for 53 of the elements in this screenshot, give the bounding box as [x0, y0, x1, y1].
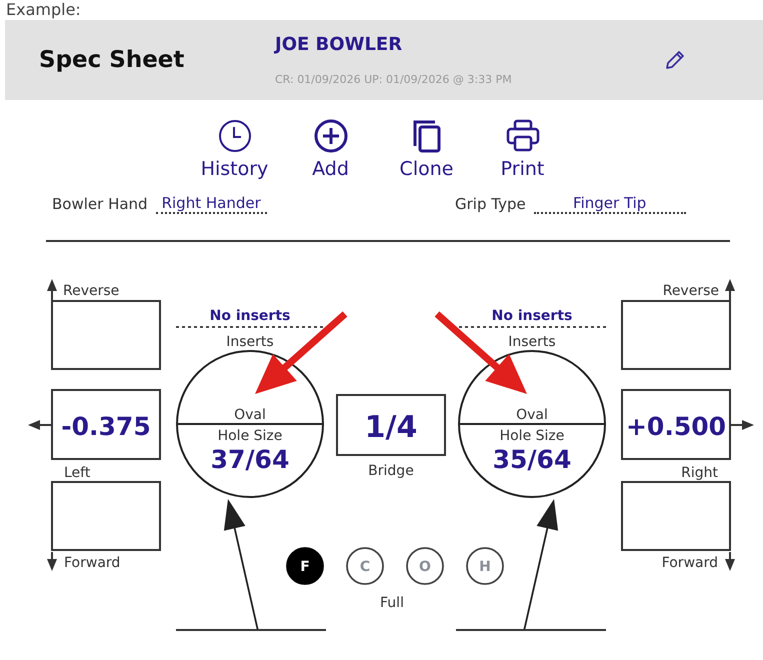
toolbar-button[interactable]: History: [200, 118, 268, 180]
printer-icon: [504, 118, 540, 154]
hole-type-label: Oval: [516, 407, 548, 423]
offset-value: -0.375: [61, 412, 151, 441]
inserts-label: Inserts: [226, 334, 274, 350]
forward-box[interactable]: [621, 481, 731, 551]
hole-type-label: Oval: [234, 407, 266, 423]
caption-text: Example:: [5, 0, 82, 20]
toolbar-button[interactable]: Clone: [392, 118, 460, 180]
grip-radio[interactable]: F: [286, 547, 324, 585]
down-arrow: [725, 552, 735, 571]
up-arrow: [725, 279, 735, 303]
grip-label: Full: [380, 595, 404, 611]
reverse-label: Reverse: [63, 283, 120, 299]
side-arrow: [28, 420, 52, 430]
inserts-label: Inserts: [508, 334, 556, 350]
forward-box[interactable]: [51, 481, 161, 551]
page-title: Spec Sheet: [39, 47, 186, 73]
bridge-label: Bridge: [368, 463, 414, 479]
bowler-name: JOE BOWLER: [275, 34, 404, 55]
toolbar-button[interactable]: Add: [296, 118, 364, 180]
side-label: Left: [64, 465, 90, 481]
edit-icon[interactable]: [663, 48, 687, 72]
forward-label: Forward: [662, 555, 718, 571]
reverse-box[interactable]: [621, 300, 731, 370]
up-arrow: [47, 279, 57, 303]
field-label: Bowler Hand: [52, 195, 148, 213]
reverse-box[interactable]: [51, 300, 161, 370]
finger-hole-circle[interactable]: [176, 350, 324, 498]
down-arrow: [47, 552, 57, 571]
bridge-box[interactable]: [336, 394, 446, 456]
finger-hole-circle[interactable]: [458, 350, 606, 498]
side-arrow: [730, 420, 754, 430]
field-label: Grip Type: [455, 195, 526, 213]
hole-size-value: 35/64: [492, 445, 572, 474]
inserts-value: No inserts: [492, 308, 572, 324]
toolbar-button[interactable]: Print: [488, 118, 556, 180]
select-field[interactable]: Right Hander: [156, 194, 267, 214]
offset-box[interactable]: [51, 389, 161, 460]
bridge-value: 1/4: [364, 410, 418, 445]
hole-size-value: 37/64: [210, 445, 290, 474]
add-icon: [312, 118, 348, 154]
date-info: CR: 01/09/2026 UP: 01/09/2026 @ 3:33 PM: [275, 73, 513, 86]
select-field[interactable]: Finger Tip: [534, 194, 686, 214]
reverse-label: Reverse: [662, 283, 719, 299]
side-label: Right: [681, 465, 718, 481]
hole-size-label: Hole Size: [218, 428, 282, 444]
inserts-value: No inserts: [210, 308, 290, 324]
hole-size-label: Hole Size: [500, 428, 564, 444]
offset-value: +0.500: [626, 412, 726, 441]
clock-icon: [216, 118, 252, 154]
forward-label: Forward: [64, 555, 120, 571]
offset-box[interactable]: [621, 389, 731, 460]
